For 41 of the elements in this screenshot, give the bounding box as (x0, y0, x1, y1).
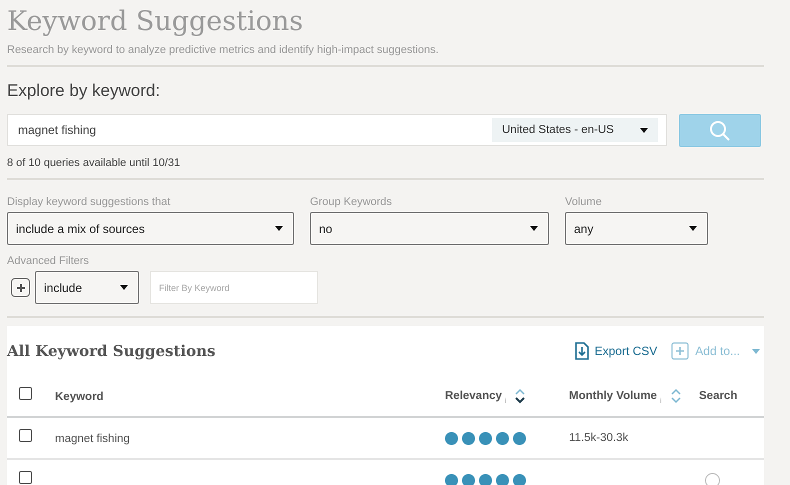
caret-icon (120, 285, 128, 290)
column-header: Search (699, 390, 738, 402)
filter-dropdown[interactable]: any (565, 212, 708, 245)
column-header[interactable]: Monthly Volume (569, 390, 657, 402)
row-checkbox[interactable] (19, 471, 32, 484)
info-marker: i (504, 398, 506, 404)
keyword-cell: magnet fishing (55, 433, 130, 445)
search-icon (708, 118, 732, 142)
sort-icon[interactable] (514, 388, 526, 404)
filter-label: Volume (565, 196, 603, 208)
add-filter-button[interactable] (11, 278, 30, 297)
caret-icon (530, 226, 538, 231)
section-heading: Explore by keyword: (7, 81, 162, 101)
filter-label: Advanced Filters (7, 255, 90, 267)
caret-icon (752, 348, 760, 354)
caret-icon (689, 226, 697, 231)
filter-keyword-field[interactable]: Filter By Keyword (150, 271, 318, 304)
column-header: Keyword (55, 391, 104, 403)
column-header[interactable]: Relevancy (445, 390, 502, 402)
page-title: Keyword Suggestions (7, 5, 304, 39)
filter-label: Display keyword suggestions that (7, 196, 172, 208)
plus-icon (671, 342, 690, 360)
caret-icon (275, 226, 283, 231)
page-subtitle: Research by keyword to analyze predictive metrics and identify high-impact suggestions. (7, 44, 440, 56)
filter-mode-dropdown[interactable]: include (35, 271, 139, 304)
plus-icon (16, 282, 26, 292)
select-all-checkbox[interactable] (19, 387, 32, 400)
filter-label: Group Keywords (310, 196, 393, 208)
keyword-field[interactable]: magnet fishing United States - en-US (7, 114, 667, 146)
filter-dropdown[interactable]: no (310, 212, 549, 245)
query-quota-text: 8 of 10 queries available until 10/31 (7, 157, 182, 169)
row-checkbox[interactable] (19, 429, 32, 442)
locale-dropdown[interactable]: United States - en-US (492, 118, 658, 142)
info-marker: i (660, 398, 662, 404)
download-file-icon (574, 342, 589, 360)
volume-cell: 11.5k-30.3k (569, 432, 628, 444)
radio-circle-icon[interactable] (705, 472, 720, 485)
caret-icon (640, 128, 648, 132)
export-csv-button[interactable]: Export CSV (574, 342, 658, 360)
table-title: All Keyword Suggestions (7, 342, 216, 360)
filter-dropdown[interactable]: include a mix of sources (7, 212, 294, 245)
